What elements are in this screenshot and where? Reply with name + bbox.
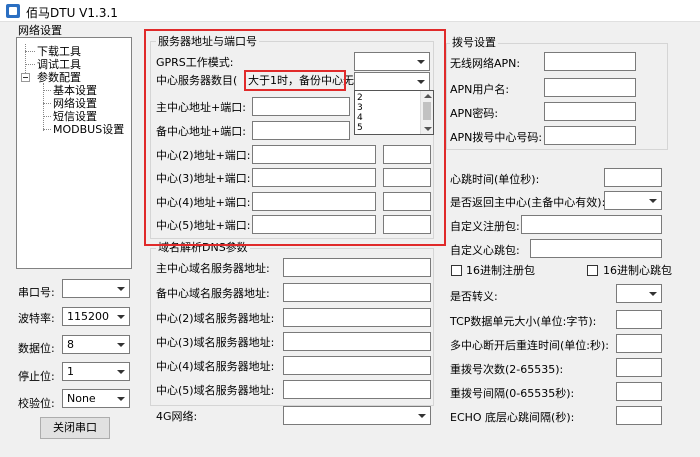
return-main-label: 是否返回主中心(主备中心有效): [450,196,606,209]
redial-count-label: 重拨号次数(2-65535): [450,363,564,376]
tree-item-sms[interactable]: 短信设置 [53,110,97,123]
parity-select[interactable]: None [62,389,130,408]
apn-user-label: APN用户名: [450,83,510,96]
tree-item-params[interactable]: 参数配置 [37,71,81,84]
dns-center3-label: 中心(3)域名服务器地址: [156,336,275,349]
network-label: 4G网络: [156,410,198,423]
escape-label: 是否转义: [450,290,498,303]
heartbeat-label: 心跳时间(单位秒): [450,173,540,186]
tcp-size-input[interactable] [616,310,662,329]
return-main-select[interactable] [604,191,662,210]
app-icon [6,4,20,18]
chevron-down-icon [113,280,129,297]
apn-center-label: APN拨号中心号码: [450,131,543,144]
tree-item-debug[interactable]: 调试工具 [37,58,81,71]
tree-item-modbus[interactable]: MODBUS设置 [53,123,124,136]
echo-interval-label: ECHO 底层心跳间隔(秒): [450,411,575,424]
collapse-icon[interactable] [21,73,30,82]
stopbits-label: 停止位: [18,370,55,383]
parity-label: 校验位: [18,397,55,410]
escape-select[interactable] [616,284,662,303]
baud-select[interactable]: 115200 [62,307,130,326]
port-label: 串口号: [18,286,55,299]
tcp-size-label: TCP数据单元大小(单位:字节): [450,315,597,328]
heartbeat-input[interactable] [604,168,662,187]
tree-item-basic[interactable]: 基本设置 [53,84,97,97]
dns-center4-input[interactable] [283,356,431,375]
apn-password-label: APN密码: [450,107,499,120]
reconnect-time-input[interactable] [616,334,662,353]
dns-center2-label: 中心(2)域名服务器地址: [156,312,275,325]
chevron-down-icon [113,390,129,407]
dns-main-label: 主中心域名服务器地址: [156,262,270,275]
title-bar: 佰马DTU V1.3.1 [0,0,700,22]
apn-password-input[interactable] [544,102,636,121]
stopbits-select[interactable]: 1 [62,362,130,381]
heartbeat-packet-input[interactable] [530,239,662,258]
hex-heartbeat-label: 16进制心跳包 [603,264,672,277]
chevron-down-icon [414,407,430,424]
tree-title: 网络设置 [18,24,62,37]
redial-interval-input[interactable] [616,382,662,401]
dns-center2-input[interactable] [283,308,431,327]
apn-center-input[interactable] [544,126,636,145]
app-window: 佰马DTU V1.3.1 网络设置 下载工具 调试工具 参数配置 基本设置 网络… [0,0,700,457]
nav-tree[interactable]: 下载工具 调试工具 参数配置 基本设置 网络设置 短信设置 MODBUS设置 [16,37,132,269]
dial-group-title: 拨号设置 [450,36,498,50]
highlight-box-server [144,29,446,246]
baud-label: 波特率: [18,312,55,325]
window-title: 佰马DTU V1.3.1 [26,6,118,20]
databits-select[interactable]: 8 [62,335,130,354]
reconnect-time-label: 多中心断开后重连时间(单位:秒): [450,339,609,352]
dns-center5-label: 中心(5)域名服务器地址: [156,384,275,397]
heartbeat-packet-label: 自定义心跳包: [450,244,520,257]
hex-register-label: 16进制注册包 [466,264,535,277]
hex-register-checkbox[interactable] [451,265,462,276]
chevron-down-icon [113,308,129,325]
apn-user-input[interactable] [544,78,636,97]
redial-count-input[interactable] [616,358,662,377]
register-packet-input[interactable] [521,215,662,234]
apn-label: 无线网络APN: [450,57,521,70]
dns-center5-input[interactable] [283,380,431,399]
chevron-down-icon [113,336,129,353]
close-port-button[interactable]: 关闭串口 [40,417,110,439]
chevron-down-icon [645,285,661,302]
register-packet-label: 自定义注册包: [450,220,520,233]
dns-center3-input[interactable] [283,332,431,351]
tree-item-download[interactable]: 下载工具 [37,45,81,58]
echo-interval-input[interactable] [616,406,662,425]
databits-label: 数据位: [18,342,55,355]
redial-interval-label: 重拨号间隔(0-65535秒): [450,387,575,400]
tree-item-network[interactable]: 网络设置 [53,97,97,110]
dns-main-input[interactable] [283,258,431,277]
apn-input[interactable] [544,52,636,71]
network-select[interactable] [283,406,431,425]
port-select[interactable] [62,279,130,298]
chevron-down-icon [113,363,129,380]
dns-center4-label: 中心(4)域名服务器地址: [156,360,275,373]
dns-backup-input[interactable] [283,283,431,302]
hex-heartbeat-checkbox[interactable] [587,265,598,276]
dns-backup-label: 备中心域名服务器地址: [156,287,270,300]
chevron-down-icon [645,192,661,209]
highlight-box-count-label [244,70,346,91]
